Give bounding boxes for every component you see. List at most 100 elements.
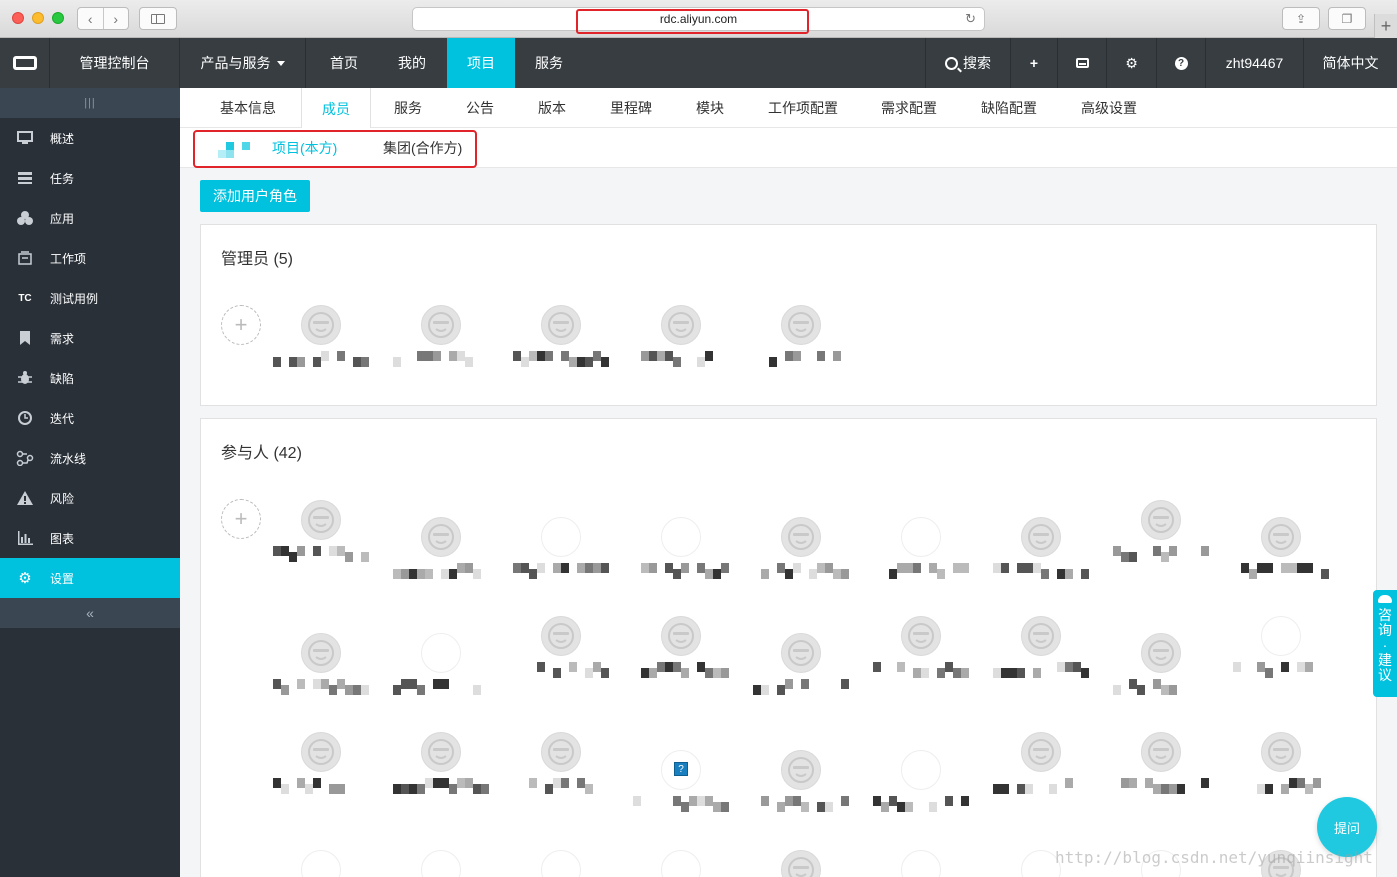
tab-announcements[interactable]: 公告 [466, 88, 494, 128]
member-avatar[interactable] [301, 500, 341, 540]
sidebar-item-testcases[interactable]: TC 测试用例 [0, 278, 180, 318]
member-avatar[interactable] [781, 633, 821, 673]
member-avatar[interactable] [301, 633, 341, 673]
member-avatar[interactable] [781, 305, 821, 345]
add-participant-button[interactable]: + [221, 499, 261, 539]
member-name-redacted [393, 563, 489, 579]
new-tab-button[interactable]: + [1374, 14, 1397, 38]
member-avatar[interactable] [781, 517, 821, 557]
tab-services[interactable]: 服务 [394, 88, 422, 128]
help-button[interactable]: ? [1156, 38, 1205, 88]
consult-feedback-tab[interactable]: 咨 询 · 建 议 [1373, 590, 1397, 697]
reload-icon[interactable]: ↻ [965, 11, 976, 27]
member-name-redacted [753, 679, 849, 695]
member-avatar[interactable] [661, 616, 701, 656]
sidebar-item-bugs[interactable]: 缺陷 [0, 358, 180, 398]
share-button[interactable]: ⇪ [1282, 7, 1320, 30]
add-user-role-button[interactable]: 添加用户角色 [200, 180, 310, 212]
member-avatar[interactable] [1141, 633, 1181, 673]
member-avatar[interactable] [901, 517, 941, 557]
member-avatar[interactable] [541, 616, 581, 656]
member-avatar[interactable] [1141, 500, 1181, 540]
maximize-window-button[interactable] [52, 12, 64, 24]
tab-project-own[interactable]: 项目(本方) [272, 128, 337, 168]
sidebar-item-risks[interactable]: 风险 [0, 478, 180, 518]
language-switch[interactable]: 简体中文 [1303, 38, 1397, 88]
member-avatar[interactable] [1261, 616, 1301, 656]
tab-group-partner[interactable]: 集团(合作方) [383, 128, 462, 168]
sidebar-item-tasks[interactable]: 任务 [0, 158, 180, 198]
tab-bug-config[interactable]: 缺陷配置 [981, 88, 1037, 128]
nav-project[interactable]: 项目 [447, 38, 515, 88]
sidebar: ||| 概述 任务 应用 工作项 TC 测试用例 需求 缺陷 迭代 流水线 风险… [0, 88, 180, 877]
sidebar-item-workitems[interactable]: 工作项 [0, 238, 180, 278]
sidebar-item-iterations[interactable]: 迭代 [0, 398, 180, 438]
broken-image-icon: ? [674, 762, 688, 776]
aliyun-logo[interactable] [0, 38, 50, 88]
sidebar-item-overview[interactable]: 概述 [0, 118, 180, 158]
tab-versions[interactable]: 版本 [538, 88, 566, 128]
tab-modules[interactable]: 模块 [696, 88, 724, 128]
tab-milestones[interactable]: 里程碑 [610, 88, 652, 128]
pixel-artifact [226, 150, 234, 158]
sidebar-collapse-button[interactable]: « [0, 598, 180, 628]
member-avatar[interactable] [1261, 517, 1301, 557]
tab-basic-info[interactable]: 基本信息 [220, 88, 276, 128]
tab-advanced-settings[interactable]: 高级设置 [1081, 88, 1137, 128]
member-avatar[interactable] [421, 305, 461, 345]
member-avatar[interactable] [1021, 517, 1061, 557]
create-button[interactable]: + [1010, 38, 1057, 88]
minimize-window-button[interactable] [32, 12, 44, 24]
member-name-redacted [513, 563, 609, 579]
tab-requirement-config[interactable]: 需求配置 [881, 88, 937, 128]
sidebar-item-requirements[interactable]: 需求 [0, 318, 180, 358]
member-avatar[interactable] [1141, 732, 1181, 772]
member-avatar[interactable] [1021, 616, 1061, 656]
member-avatar[interactable] [781, 750, 821, 790]
member-avatar[interactable] [421, 517, 461, 557]
nav-mine[interactable]: 我的 [382, 38, 442, 88]
watermark: http://blog.csdn.net/yunqiinsight [1055, 848, 1373, 867]
sidebar-item-label: 迭代 [50, 411, 75, 426]
nav-service[interactable]: 服务 [515, 38, 583, 88]
member-avatar[interactable] [661, 305, 701, 345]
show-sidebar-button[interactable] [139, 7, 177, 30]
sidebar-toggle-handle[interactable]: ||| [0, 88, 180, 118]
settings-button[interactable]: ⚙ [1106, 38, 1156, 88]
member-avatar[interactable] [661, 517, 701, 557]
member-avatar[interactable] [901, 616, 941, 656]
tab-members[interactable]: 成员 [301, 88, 371, 129]
member-name-redacted [993, 563, 1089, 579]
member-avatar[interactable] [301, 732, 341, 772]
nav-home[interactable]: 首页 [314, 38, 374, 88]
tab-workitem-config[interactable]: 工作项配置 [768, 88, 838, 128]
member-avatar[interactable] [541, 305, 581, 345]
sidebar-item-charts[interactable]: 图表 [0, 518, 180, 558]
back-button[interactable]: ‹ [78, 8, 103, 29]
member-avatar[interactable] [1021, 732, 1061, 772]
sidebar-item-apps[interactable]: 应用 [0, 198, 180, 238]
user-menu[interactable]: zht94467 [1205, 38, 1303, 88]
sidebar-item-settings[interactable]: ⚙ 设置 [0, 558, 180, 598]
tab-overview-button[interactable]: ❐ [1328, 7, 1366, 30]
search-label: 搜索 [963, 55, 991, 71]
member-avatar[interactable] [901, 750, 941, 790]
sidebar-item-pipeline[interactable]: 流水线 [0, 438, 180, 478]
member-avatar[interactable] [421, 732, 461, 772]
member-name-redacted [273, 778, 369, 794]
forward-button[interactable]: › [102, 8, 129, 29]
console-link[interactable]: 管理控制台 [50, 38, 180, 88]
close-window-button[interactable] [12, 12, 24, 24]
member-avatar[interactable] [541, 732, 581, 772]
add-admin-button[interactable]: + [221, 305, 261, 345]
cubes-icon [0, 210, 50, 226]
products-menu[interactable]: 产品与服务 [180, 38, 306, 88]
bookmark-icon [0, 331, 50, 345]
member-avatar[interactable] [421, 633, 461, 673]
member-avatar[interactable] [541, 517, 581, 557]
search-button[interactable]: 搜索 [925, 38, 1010, 88]
member-name-redacted [873, 563, 969, 579]
inbox-button[interactable] [1057, 38, 1106, 88]
member-avatar[interactable] [1261, 732, 1301, 772]
member-avatar[interactable] [301, 305, 341, 345]
